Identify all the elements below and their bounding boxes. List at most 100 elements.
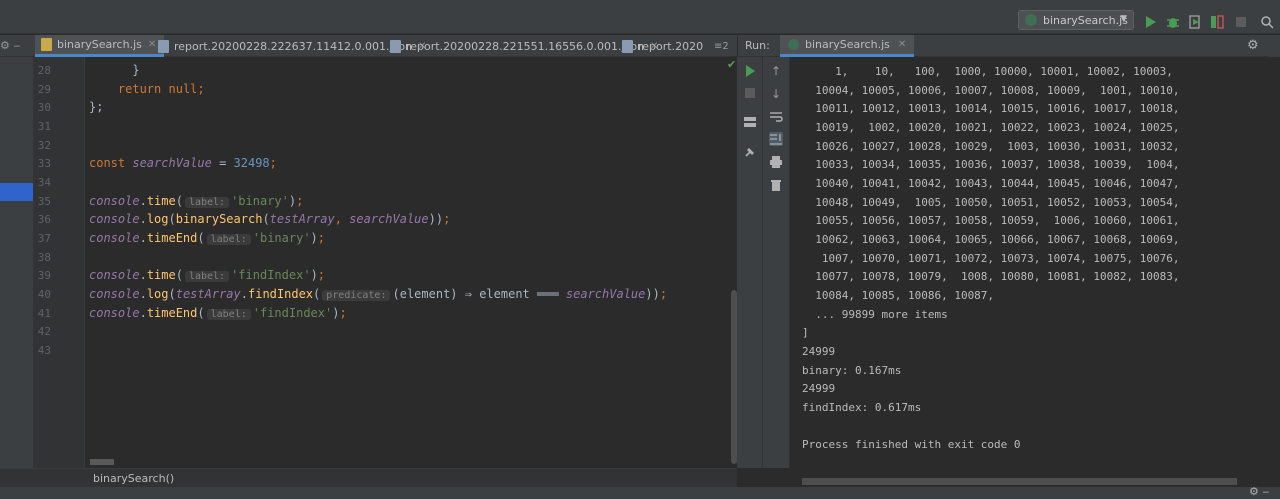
editor-tabs: ⚙ ‒ binarySearch.js ✕ report.20200228.22… [0, 35, 737, 57]
arrow-down-icon[interactable]: ↓ [769, 87, 783, 101]
stop-icon[interactable] [1234, 15, 1248, 29]
line-number: 42 [37, 325, 51, 338]
trash-icon[interactable] [769, 178, 783, 192]
run-tab-binarysearch[interactable]: binarySearch.js ✕ [780, 35, 915, 57]
scroll-to-end-icon[interactable] [769, 132, 783, 146]
code-line-40: console.log(testArray.findIndex(predicat… [89, 287, 668, 301]
line-number: 30 [37, 101, 51, 114]
line-number: 41 [37, 307, 51, 320]
tab-label: report.2020 [638, 39, 704, 53]
coverage-icon[interactable] [1188, 15, 1202, 29]
rerun-icon[interactable] [743, 64, 757, 78]
code-line-41: console.timeEnd(label:'findIndex'); [89, 306, 347, 320]
line-number: 29 [37, 83, 51, 96]
json-file-icon [390, 39, 401, 53]
code-line-39: console.time(label:'findIndex'); [89, 268, 326, 282]
run-toolbar-primary [737, 57, 763, 468]
tab-label: report.20200228.222637.11412.0.001.json [174, 39, 413, 53]
tab-label: binarySearch.js [57, 38, 142, 51]
line-number: 33 [37, 157, 51, 170]
console-line: 10084, 10085, 10086, 10087, [802, 289, 995, 302]
pin-icon[interactable] [743, 145, 757, 159]
console-line: ... 99899 more items [802, 308, 948, 321]
project-selection-highlight [0, 183, 33, 201]
code-line-37: console.timeEnd(label:'binary'); [89, 231, 326, 245]
soft-wrap-icon[interactable] [769, 110, 783, 124]
status-bar-right: ⚙ ‒ [737, 485, 1280, 499]
json-file-icon [622, 39, 633, 53]
code-line-29: return null; [117, 82, 205, 96]
code-line-35: console.time(label:'binary'); [89, 194, 304, 208]
breadcrumb-item[interactable]: binarySearch() [93, 472, 174, 485]
json-file-icon [158, 39, 169, 53]
console-line: 10077, 10078, 10079, 1008, 10080, 10081,… [802, 270, 1180, 283]
status-bar-left [0, 487, 737, 499]
console-line: 24999 [802, 382, 836, 395]
console-line: 10011, 10012, 10013, 10014, 10015, 10016… [802, 102, 1180, 115]
console-line: 10048, 10049, 1005, 10050, 10051, 10052,… [802, 196, 1180, 209]
code-line-36: console.log(binarySearch(testArray, sear… [89, 212, 451, 226]
console-line: 10026, 10027, 10028, 10029, 1003, 10030,… [802, 140, 1180, 153]
tabs-overflow-button[interactable]: ≡2 [714, 35, 729, 57]
line-number: 31 [37, 120, 51, 133]
chevron-down-icon: ▼ [1120, 14, 1127, 24]
line-number: 39 [37, 269, 51, 282]
console-line: 1, 10, 100, 1000, 10000, 10001, 10002, 1… [802, 65, 1173, 78]
run-configuration-select[interactable]: binarySearch.js ▼ [1018, 10, 1134, 30]
stop-icon[interactable] [743, 86, 757, 100]
code-line-33: const searchValue = 32498; [89, 156, 277, 170]
console-line: 10040, 10041, 10042, 10043, 10044, 10045… [802, 177, 1180, 190]
line-number: 36 [37, 213, 51, 226]
console-line: 10004, 10005, 10006, 10007, 10008, 10009… [802, 84, 1180, 97]
console-horizontal-scrollbar[interactable] [802, 478, 1237, 485]
layout-icon[interactable] [743, 115, 757, 129]
console-line: 1007, 10070, 10071, 10072, 10073, 10074,… [802, 252, 1180, 265]
run-configuration-label: binarySearch.js [1043, 13, 1128, 27]
search-everywhere-icon[interactable] [1260, 15, 1274, 29]
line-number-gutter: 28 29 30 31 32 33 34 35 36 37 38 39 40 4… [33, 57, 85, 468]
console-line: 10062, 10063, 10064, 10065, 10066, 10067… [802, 233, 1180, 246]
console-line: 24999 [802, 345, 836, 358]
tab-report-3[interactable]: report.2020 [622, 35, 703, 57]
gear-icon[interactable]: ⚙ [1247, 38, 1259, 53]
tab-report-1[interactable]: report.20200228.222637.11412.0.001.json … [158, 35, 426, 57]
gear-icon[interactable]: ⚙ ‒ [1249, 485, 1269, 498]
console-line: 10033, 10034, 10035, 10036, 10037, 10038… [802, 158, 1180, 171]
run-icon[interactable] [1144, 15, 1158, 29]
editor-horizontal-scrollbar[interactable] [90, 459, 114, 465]
console-line: Process finished with exit code 0 [802, 438, 1021, 451]
line-number: 37 [37, 232, 51, 245]
line-number: 28 [37, 64, 51, 77]
nodejs-icon [788, 39, 799, 50]
print-icon[interactable] [769, 155, 783, 169]
settings-gear-fragment[interactable]: ⚙ ‒ [0, 39, 20, 52]
right-tool-strip [1268, 35, 1280, 57]
tab-label: report.20200228.221551.16556.0.001.json [406, 39, 645, 53]
inspection-ok-icon: ✔ [727, 58, 737, 71]
line-number: 34 [37, 176, 51, 189]
run-toolbar-secondary: ↑ ↓ [763, 57, 790, 468]
console-line: 10019, 1002, 10020, 10021, 10022, 10023,… [802, 121, 1180, 134]
tab-binarysearch-js[interactable]: binarySearch.js ✕ [35, 35, 165, 57]
line-number: 40 [37, 288, 51, 301]
debug-icon[interactable] [1166, 15, 1180, 29]
console-output[interactable]: 1, 10, 100, 1000, 10000, 10001, 10002, 1… [790, 57, 1280, 468]
line-number: 43 [37, 344, 51, 357]
nodejs-icon [1025, 14, 1037, 26]
line-number: 38 [37, 251, 51, 264]
console-line: binary: 0.167ms [802, 364, 902, 377]
tab-report-2[interactable]: report.20200228.221551.16556.0.001.json … [390, 35, 658, 57]
close-icon[interactable]: ✕ [898, 39, 906, 50]
breadcrumb: binarySearch() [0, 468, 737, 487]
line-number: 35 [37, 195, 51, 208]
arrow-up-icon[interactable]: ↑ [769, 64, 783, 78]
code-editor[interactable]: } return null; }; const searchValue = 32… [86, 57, 731, 468]
run-tab-label: binarySearch.js [805, 38, 890, 51]
run-label: Run: [745, 39, 770, 52]
javascript-file-icon [41, 38, 52, 51]
main-toolbar: binarySearch.js ▼ [0, 6, 1280, 34]
console-line: 10055, 10056, 10057, 10058, 10059, 1006,… [802, 214, 1180, 227]
profile-icon[interactable] [1210, 15, 1224, 29]
close-icon[interactable]: ✕ [148, 39, 156, 50]
project-tool-strip [0, 57, 33, 468]
